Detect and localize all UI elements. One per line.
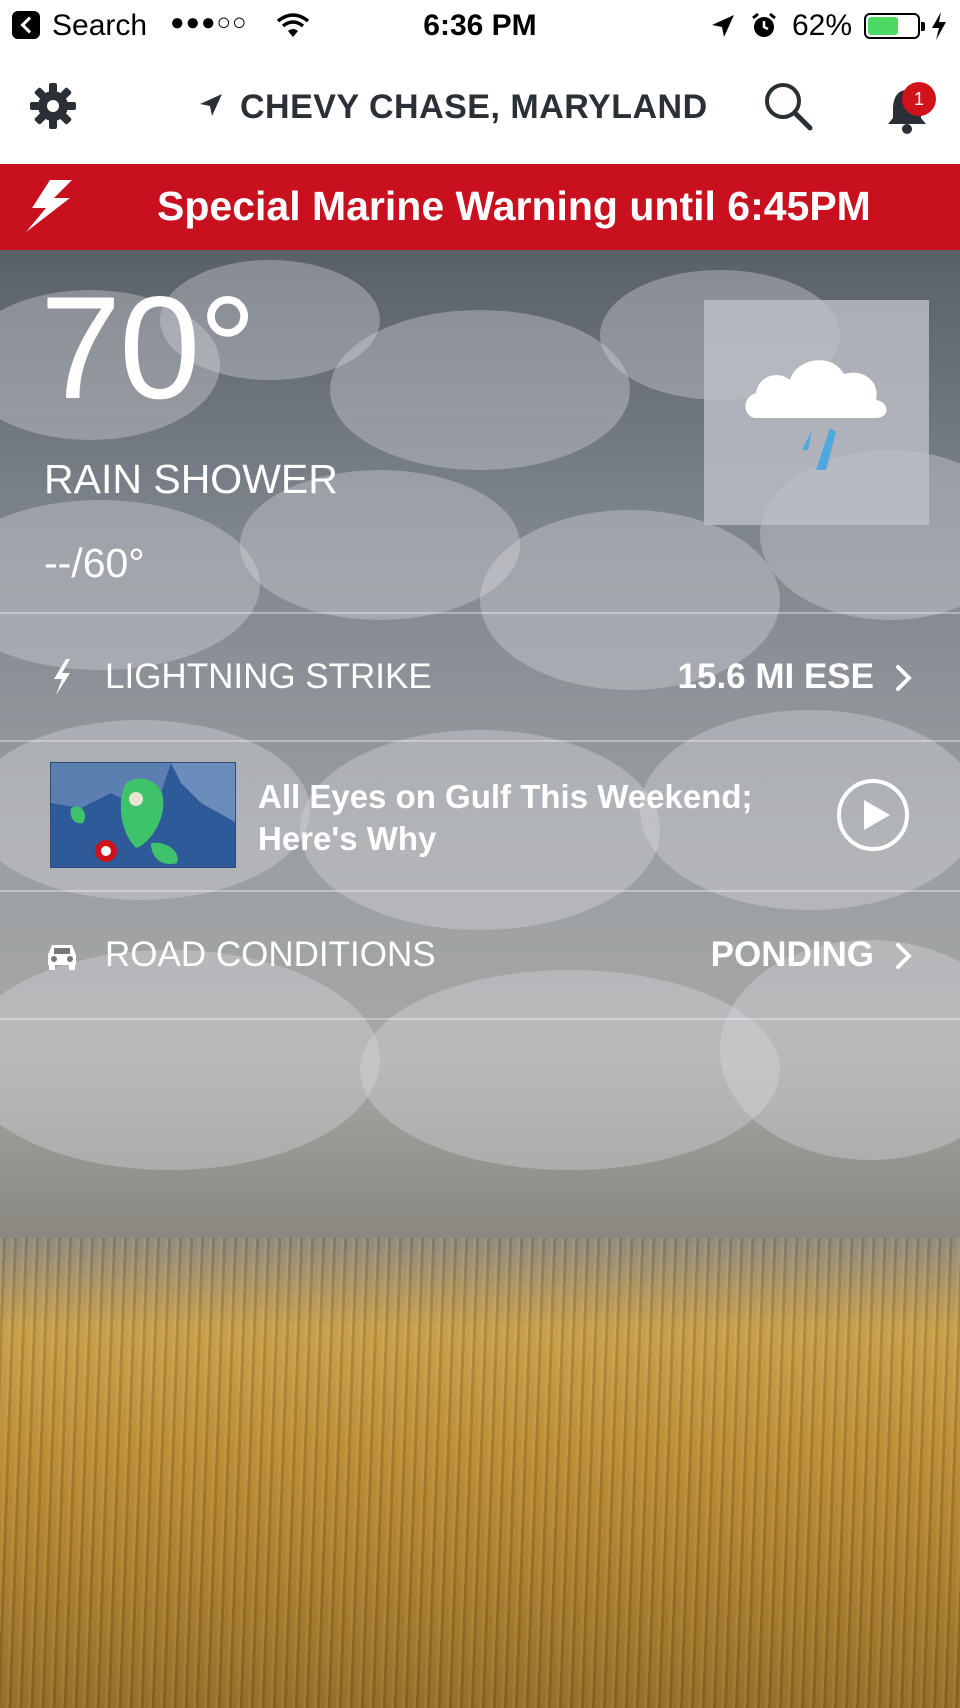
road-conditions-value: PONDING	[710, 935, 874, 974]
condition-icon-tile	[704, 300, 929, 525]
chevron-right-icon	[896, 943, 912, 969]
play-icon[interactable]	[836, 778, 910, 852]
car-icon	[48, 945, 76, 970]
lightning-icon	[54, 659, 70, 695]
weather-map-thumbnail-image	[51, 763, 235, 867]
road-conditions-label: ROAD CONDITIONS	[105, 935, 436, 974]
search-icon[interactable]	[762, 80, 814, 132]
app-header: CHEVY CHASE, MARYLAND 1	[0, 52, 960, 164]
video-thumbnail[interactable]	[50, 762, 236, 868]
road-conditions-row[interactable]: ROAD CONDITIONS PONDING	[0, 892, 960, 1018]
battery-percent: 62%	[792, 9, 853, 42]
current-temperature: 70°	[40, 266, 257, 429]
divider	[0, 1018, 960, 1020]
video-title[interactable]: All Eyes on Gulf This Weekend; Here's Wh…	[258, 776, 798, 860]
battery-icon	[864, 13, 925, 39]
notification-badge: 1	[902, 82, 936, 116]
rain-shower-icon	[745, 360, 887, 470]
video-story-row[interactable]: All Eyes on Gulf This Weekend; Here's Wh…	[0, 742, 960, 890]
alert-fade	[900, 164, 960, 250]
location-services-icon	[712, 15, 734, 37]
status-bar: Search ●●●○○ 6:36 PM 62%	[0, 0, 960, 52]
settings-gear-icon[interactable]	[28, 81, 78, 131]
location-title[interactable]: CHEVY CHASE, MARYLAND	[240, 88, 708, 127]
grass-field	[0, 1238, 960, 1708]
lightning-strike-label: LIGHTNING STRIKE	[105, 657, 432, 696]
battery-level-fill	[868, 17, 898, 35]
hi-lo-temperature: --/60°	[44, 540, 145, 586]
alarm-icon	[752, 12, 776, 37]
weather-alert-banner[interactable]: Special Marine Warning until 6:45PM	[0, 164, 960, 250]
current-condition: RAIN SHOWER	[44, 456, 338, 502]
lightning-strike-value: 15.6 MI ESE	[677, 657, 874, 696]
chevron-right-icon	[896, 665, 912, 691]
alert-lightning-icon	[26, 180, 72, 232]
lightning-strike-row[interactable]: LIGHTNING STRIKE 15.6 MI ESE	[0, 614, 960, 740]
location-arrow-icon	[200, 94, 222, 116]
alert-text: Special Marine Warning until 6:45PM	[157, 183, 871, 229]
charging-icon	[932, 12, 946, 40]
